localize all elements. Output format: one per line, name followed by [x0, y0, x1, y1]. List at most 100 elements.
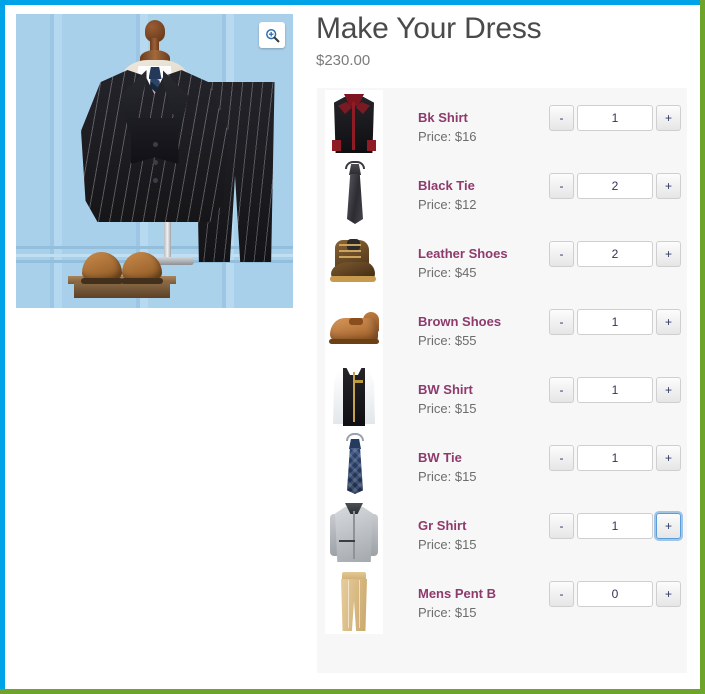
shoe-sole	[121, 278, 163, 284]
waistcoat	[130, 118, 179, 164]
thumb-shape	[353, 511, 355, 559]
item-price: Price: $15	[418, 605, 477, 620]
item-price: Price: $15	[418, 401, 477, 416]
quantity-stepper: -+	[549, 445, 681, 471]
decrement-quantity-button[interactable]: -	[549, 377, 574, 403]
page-title: Make Your Dress	[316, 12, 542, 45]
item-price: Price: $12	[418, 197, 477, 212]
thumb-shape	[330, 276, 376, 282]
shoe-platform	[74, 282, 170, 298]
quantity-input[interactable]	[577, 241, 653, 267]
decrement-quantity-button[interactable]: -	[549, 105, 574, 131]
shoe-sole	[81, 278, 123, 284]
black-tie-icon	[325, 158, 383, 226]
increment-quantity-button[interactable]: +	[656, 105, 681, 131]
item-name: BW Tie	[418, 450, 462, 465]
quantity-stepper: -+	[549, 581, 681, 607]
hero-artwork	[16, 14, 293, 308]
increment-quantity-button[interactable]: +	[656, 377, 681, 403]
thumb-shape	[359, 580, 360, 628]
item-thumbnail[interactable]	[325, 294, 383, 362]
jacket-button	[152, 142, 158, 147]
quantity-input[interactable]	[577, 105, 653, 131]
thumb-shape	[347, 448, 363, 494]
decrement-quantity-button[interactable]: -	[549, 581, 574, 607]
thumb-shape	[329, 339, 379, 344]
item-name: Mens Pent B	[418, 586, 497, 601]
decrement-quantity-button[interactable]: -	[549, 173, 574, 199]
thumb-shape	[339, 250, 361, 252]
item-row: Leather Shoes Price: $45 - +	[317, 224, 687, 294]
item-name: Gr Shirt	[418, 518, 467, 533]
item-price: Price: $45	[418, 265, 477, 280]
decrement-quantity-button[interactable]: -	[549, 445, 574, 471]
product-detail-header: Make Your Dress $230.00	[316, 10, 688, 69]
thumb-shape	[332, 140, 341, 151]
item-price: Price: $15	[418, 469, 477, 484]
item-row: Mens Pent BPrice: $15-+	[317, 564, 687, 634]
quantity-input[interactable]	[577, 445, 653, 471]
thumb-shape	[339, 256, 361, 258]
thumb-shape	[367, 140, 376, 151]
increment-quantity-button[interactable]: +	[656, 309, 681, 335]
page-border-bottom	[0, 689, 705, 694]
bk-shirt-icon	[325, 90, 383, 158]
quantity-stepper: -+	[549, 513, 681, 539]
item-thumbnail[interactable]	[325, 566, 383, 634]
bw-tie-icon	[325, 430, 383, 498]
item-thumbnail[interactable]	[325, 90, 383, 158]
item-name: Bk Shirt	[418, 110, 468, 125]
item-row: Bk ShirtPrice: $16-+	[317, 88, 687, 158]
increment-quantity-button[interactable]: +	[656, 513, 681, 539]
quantity-stepper: -+	[549, 105, 681, 131]
item-row: Brown ShoesPrice: $55-+	[317, 292, 687, 362]
item-row: Black TiePrice: $12-+	[317, 156, 687, 226]
magnifier-plus-icon[interactable]	[259, 22, 285, 48]
jacket-button	[152, 160, 158, 165]
item-name: Brown Shoes	[418, 314, 502, 329]
bw-shirt-icon	[325, 362, 383, 430]
item-price: Price: $55	[418, 333, 477, 348]
quantity-stepper: -+	[549, 173, 681, 199]
item-thumbnail[interactable]	[325, 362, 383, 430]
leather-boot-icon	[325, 226, 383, 294]
item-row: Gr ShirtPrice: $15-+	[317, 496, 687, 566]
page-border-left	[0, 0, 5, 689]
thumb-shape	[355, 380, 363, 383]
item-row: BW TiePrice: $15-+	[317, 428, 687, 498]
thumb-shape	[339, 244, 361, 246]
thumb-shape	[349, 439, 361, 449]
page-root: Make Your Dress $230.00 Bk Shirt Price: $…	[0, 0, 705, 694]
item-thumbnail[interactable]	[325, 158, 383, 226]
decrement-quantity-button[interactable]: -	[549, 241, 574, 267]
item-row: BW ShirtPrice: $15-+	[317, 360, 687, 430]
quantity-stepper: -+	[549, 309, 681, 335]
increment-quantity-button[interactable]: +	[656, 581, 681, 607]
quantity-input[interactable]	[577, 309, 653, 335]
quantity-input[interactable]	[577, 581, 653, 607]
increment-quantity-button[interactable]: +	[656, 173, 681, 199]
gr-shirt-icon	[325, 498, 383, 566]
item-price: Price: $16	[418, 129, 477, 144]
decrement-quantity-button[interactable]: -	[549, 513, 574, 539]
item-thumbnail[interactable]	[325, 226, 383, 294]
quantity-input[interactable]	[577, 377, 653, 403]
increment-quantity-button[interactable]: +	[656, 241, 681, 267]
quantity-input[interactable]	[577, 173, 653, 199]
page-border-top	[0, 0, 705, 5]
thumb-shape	[348, 580, 349, 628]
component-items-list: Bk ShirtPrice: $16-+Black TiePrice: $12-…	[317, 88, 687, 673]
item-thumbnail[interactable]	[325, 430, 383, 498]
item-thumbnail[interactable]	[325, 498, 383, 566]
item-name: Black Tie	[418, 178, 475, 193]
thumb-shape	[349, 318, 363, 325]
increment-quantity-button[interactable]: +	[656, 445, 681, 471]
decrement-quantity-button[interactable]: -	[549, 309, 574, 335]
quantity-input[interactable]	[577, 513, 653, 539]
item-price: Price: $15	[418, 537, 477, 552]
product-price: $230.00	[316, 51, 371, 69]
thumb-shape	[339, 540, 355, 542]
jacket-button	[152, 178, 158, 183]
item-name: Leather Shoes	[418, 246, 508, 261]
product-hero-image[interactable]	[16, 14, 293, 308]
